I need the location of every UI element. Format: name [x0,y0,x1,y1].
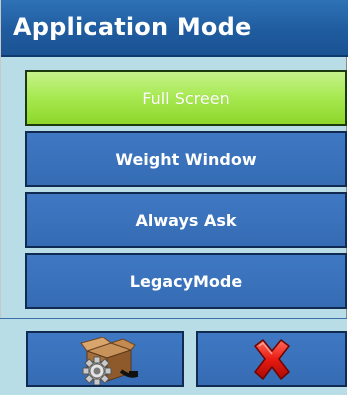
always-ask-option-button[interactable]: Always Ask [25,192,347,248]
option-label: Weight Window [115,149,257,169]
weight-window-option-button[interactable]: Weight Window [25,131,347,187]
box-with-gear-icon [77,336,139,389]
dialog-title: Application Mode [13,13,252,41]
option-label: LegacyMode [129,271,243,291]
red-x-close-icon [249,338,295,386]
full-screen-option-button[interactable]: Full Screen [25,70,347,126]
option-label: Always Ask [135,210,237,230]
settings-button[interactable] [26,331,184,387]
legacy-mode-option-button[interactable]: LegacyMode [25,253,347,309]
title-bar: Application Mode [1,0,348,57]
cancel-button[interactable] [196,331,347,387]
option-label: Full Screen [142,88,230,108]
